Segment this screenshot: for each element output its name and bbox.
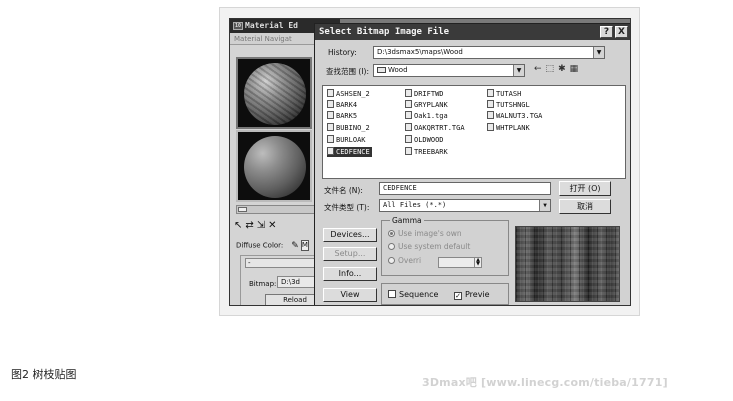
file-icon: [487, 123, 494, 131]
file-item-selected[interactable]: CEDFENCE: [327, 147, 372, 157]
view-menu-icon[interactable]: ▦: [570, 64, 583, 74]
file-item[interactable]: WALNUT3.TGA: [487, 111, 542, 121]
new-folder-icon[interactable]: ✱: [558, 64, 570, 74]
gamma-title: Gamma: [390, 216, 424, 225]
file-icon: [487, 89, 494, 97]
file-icon: [327, 89, 334, 97]
chevron-down-icon[interactable]: ▼: [593, 47, 604, 58]
gamma-override-spinner[interactable]: ▲ ▼: [438, 257, 482, 268]
look-in-combo[interactable]: Wood ▼: [373, 64, 525, 77]
chevron-down-icon[interactable]: ▼: [539, 200, 550, 211]
radio-dot: [388, 243, 395, 250]
devices-button[interactable]: Devices...: [323, 228, 377, 242]
file-item[interactable]: Oak1.tga: [405, 111, 448, 121]
file-item[interactable]: BARK4: [327, 100, 357, 110]
file-item[interactable]: TUTASH: [487, 89, 521, 99]
screenshot: 10 Material Ed Material Navigat ↖⇄⇲✕ Diff…: [229, 18, 631, 306]
preview-checkbox[interactable]: ✓ Previe: [454, 290, 490, 300]
use-image-gamma-radio[interactable]: Use image's own: [388, 229, 462, 238]
file-icon: [405, 89, 412, 97]
radio-dot: [388, 257, 395, 264]
eyedropper-icon[interactable]: ✎: [291, 241, 299, 251]
assign-material-icon[interactable]: ⇲: [257, 220, 268, 231]
put-material-icon[interactable]: ⇄: [245, 220, 256, 231]
file-icon: [487, 111, 494, 119]
filetype-combo[interactable]: All Files (*.*) ▼: [379, 199, 551, 212]
use-system-gamma-radio[interactable]: Use system default: [388, 242, 470, 251]
wood-texture-preview: [515, 226, 620, 302]
filename-label: 文件名 (N):: [324, 186, 363, 195]
max-logo-icon: 10: [233, 21, 243, 30]
history-combo[interactable]: D:\3dsmax5\maps\Wood ▼: [373, 46, 605, 59]
file-icon: [405, 135, 412, 143]
file-icon: [327, 111, 334, 119]
file-item[interactable]: DRIFTWD: [405, 89, 444, 99]
get-material-icon[interactable]: ↖: [234, 220, 245, 231]
material-slot-1[interactable]: [236, 57, 312, 129]
scrollbar-thumb[interactable]: [238, 207, 247, 212]
radio-dot: [388, 230, 395, 237]
file-icon: [405, 147, 412, 155]
file-icon: [327, 100, 334, 108]
filename-input[interactable]: CEDFENCE: [379, 182, 551, 195]
diffuse-color-label: Diffuse Color:: [236, 241, 284, 250]
diffuse-map-button[interactable]: M: [300, 240, 309, 251]
bitmap-label: Bitmap:: [249, 280, 277, 288]
cancel-button[interactable]: 取消: [559, 199, 611, 214]
file-item[interactable]: TREEBARK: [405, 147, 448, 157]
gamma-group: Gamma Use image's own Use system default…: [381, 216, 509, 276]
filetype-value: All Files (*.*): [383, 201, 447, 209]
options-group: Sequence ✓ Previe: [381, 283, 509, 305]
spinner-arrows-icon[interactable]: ▲ ▼: [474, 258, 481, 267]
folder-icon: [377, 67, 386, 73]
setup-button[interactable]: Setup...: [323, 247, 377, 261]
file-item[interactable]: ASHSEN_2: [327, 89, 370, 99]
gray-sphere-preview: [244, 136, 306, 198]
dialog-titlebar: Select Bitmap Image File: [315, 24, 630, 40]
file-icon: [405, 111, 412, 119]
look-in-label: 查找范围 (I):: [326, 67, 369, 76]
file-list: ASHSEN_2 BARK4 BARK5 BUBINO_2 BURLOAK CE…: [322, 85, 626, 179]
view-button[interactable]: View: [323, 288, 377, 302]
file-icon: [405, 100, 412, 108]
navigation-toolbar: ←⬚✱▦: [534, 64, 582, 74]
look-in-value: Wood: [388, 66, 408, 74]
figure-caption: 图2 树枝贴图: [11, 368, 77, 381]
close-button[interactable]: X: [615, 26, 628, 38]
select-bitmap-dialog: Select Bitmap Image File ? X History: D:…: [314, 23, 630, 305]
file-item[interactable]: GRYPLANK: [405, 100, 448, 110]
delete-icon[interactable]: ✕: [268, 220, 279, 231]
file-item[interactable]: BUBINO_2: [327, 123, 370, 133]
back-icon[interactable]: ←: [534, 64, 546, 74]
history-label: History:: [328, 48, 357, 57]
file-item[interactable]: OLDWOOD: [405, 135, 444, 145]
up-folder-icon[interactable]: ⬚: [546, 64, 559, 74]
filetype-label: 文件类型 (T):: [324, 203, 370, 212]
file-icon: [327, 147, 334, 155]
sequence-checkbox[interactable]: Sequence: [388, 290, 438, 299]
diffuse-row: Diffuse Color: ✎ M: [236, 240, 309, 251]
open-button[interactable]: 打开 (O): [559, 181, 611, 196]
file-item[interactable]: BURLOAK: [327, 135, 366, 145]
file-item[interactable]: BARK5: [327, 111, 357, 121]
file-icon: [327, 135, 334, 143]
material-slot-2[interactable]: [236, 130, 312, 202]
material-editor-title: Material Ed: [245, 21, 298, 30]
wood-sphere-preview: [244, 63, 306, 125]
watermark: 3Dmax吧 [www.linecg.com/tieba/1771]: [422, 376, 668, 389]
info-button[interactable]: Info...: [323, 267, 377, 281]
checkbox-box: [388, 290, 396, 298]
override-gamma-radio[interactable]: Overri: [388, 256, 421, 265]
chevron-down-icon[interactable]: ▼: [513, 65, 524, 76]
dialog-title: Select Bitmap Image File: [319, 27, 450, 37]
checkmark-icon: ✓: [454, 292, 462, 300]
file-item[interactable]: WHTPLANK: [487, 123, 530, 133]
file-item[interactable]: TUTSHNGL: [487, 100, 530, 110]
file-icon: [487, 100, 494, 108]
file-icon: [405, 123, 412, 131]
history-value: D:\3dsmax5\maps\Wood: [377, 48, 463, 56]
help-button[interactable]: ?: [600, 26, 613, 38]
file-item[interactable]: OAKQRTRT.TGA: [405, 123, 465, 133]
file-icon: [327, 123, 334, 131]
